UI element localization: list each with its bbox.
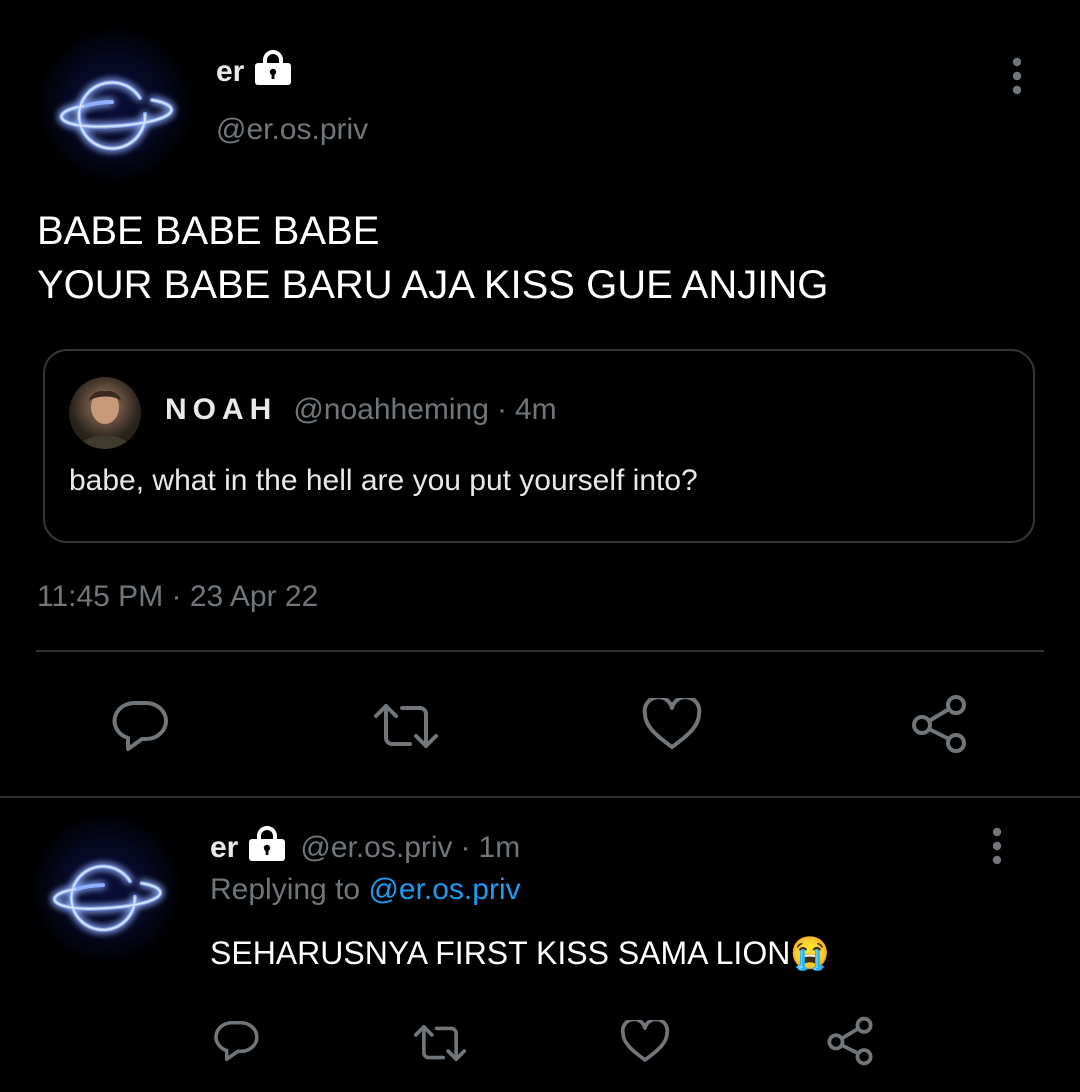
tweet-timestamp[interactable]: 11:45 PM · 23 Apr 22	[37, 580, 318, 614]
reply-time[interactable]: 1m	[479, 831, 521, 865]
meta-separator: ·	[460, 831, 471, 864]
reply-author-avatar[interactable]	[30, 812, 182, 964]
quoted-tweet-time: 4m	[514, 393, 557, 426]
author-avatar[interactable]	[36, 26, 194, 184]
reply-author-handle[interactable]: @er.os.priv	[300, 831, 452, 865]
reply-text: SEHARUSNYA FIRST KISS SAMA LION	[210, 935, 791, 971]
quoted-author-avatar	[69, 377, 141, 449]
reply-reply-button[interactable]	[214, 1018, 260, 1064]
share-button[interactable]	[910, 694, 968, 754]
author-handle[interactable]: @er.os.priv	[216, 113, 368, 147]
reply-icon	[112, 701, 168, 751]
reply-share-button[interactable]	[826, 1016, 874, 1066]
reply-more-options-button[interactable]	[984, 826, 1010, 866]
retweet-icon	[413, 1025, 467, 1061]
quoted-tweet-card[interactable]: NOAH @noahheming · 4m babe, what in the …	[43, 349, 1035, 543]
share-icon	[827, 1016, 873, 1066]
tweet-text: BABE BABE BABE YOUR BABE BARU AJA KISS G…	[37, 209, 829, 307]
retweet-icon	[374, 704, 438, 748]
reply-like-button[interactable]	[620, 1020, 670, 1064]
like-icon	[620, 1020, 670, 1062]
planet-icon	[52, 864, 163, 932]
replying-to-link[interactable]: @er.os.priv	[368, 873, 520, 906]
share-icon	[912, 695, 966, 753]
divider	[0, 796, 1080, 798]
like-icon	[642, 698, 702, 749]
reply-icon	[214, 1020, 259, 1062]
lock-icon	[255, 50, 292, 85]
more-icon	[1012, 57, 1022, 95]
author-name[interactable]: er	[216, 55, 244, 89]
more-options-button[interactable]	[1004, 56, 1030, 96]
planet-icon	[59, 80, 174, 151]
quoted-author-name: NOAH	[165, 393, 278, 426]
divider	[36, 650, 1044, 652]
crying-face-icon: 😭	[790, 935, 831, 971]
reply-retweet-button[interactable]	[412, 1022, 468, 1064]
retweet-button[interactable]	[372, 700, 440, 752]
reply-author-name[interactable]: er	[210, 831, 238, 865]
quoted-tweet-text: babe, what in the hell are you put yours…	[69, 464, 698, 497]
quoted-author-handle: @noahheming	[293, 393, 489, 426]
meta-separator: ·	[496, 393, 507, 426]
like-button[interactable]	[642, 698, 702, 752]
lock-icon	[249, 826, 286, 861]
reply-button[interactable]	[112, 698, 170, 754]
replying-to-label: Replying to	[210, 873, 361, 906]
more-icon	[992, 827, 1002, 865]
